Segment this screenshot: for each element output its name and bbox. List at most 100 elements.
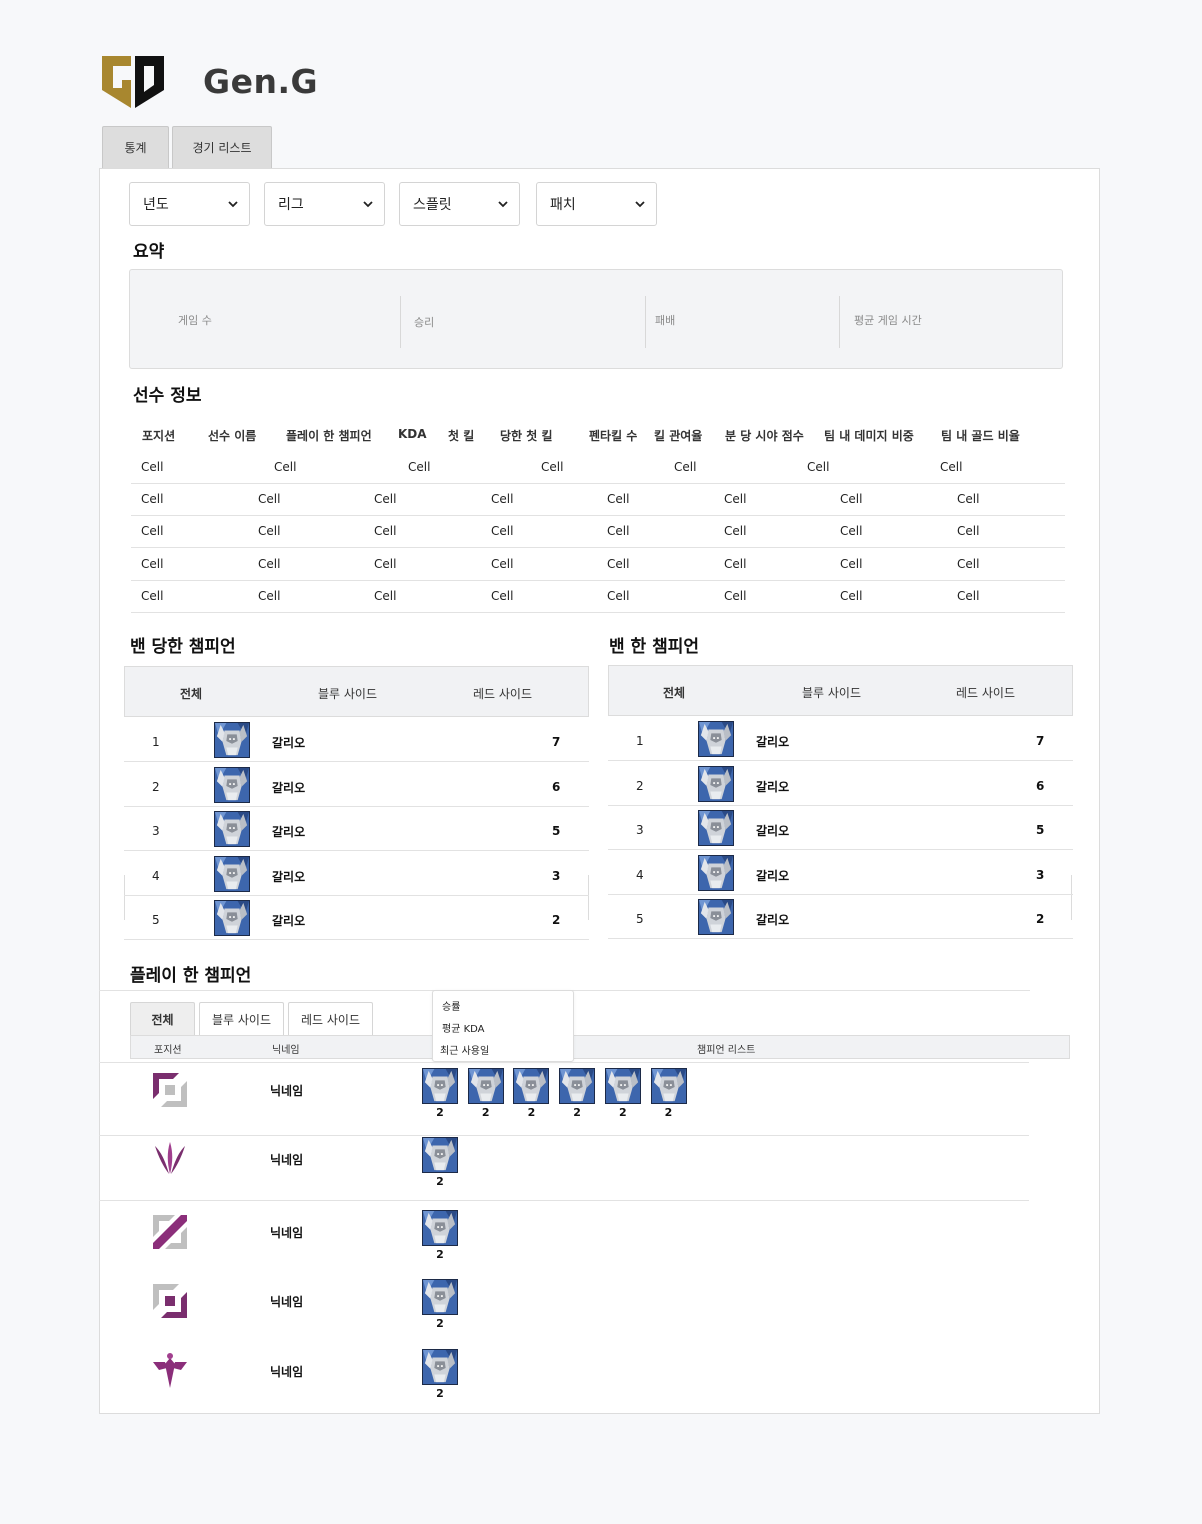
table-row-divider (608, 849, 1073, 850)
banned-by-tab-blue[interactable]: 블루 사이드 (802, 684, 861, 701)
table-cell: Cell (724, 556, 747, 571)
ban-champion-name: 갈리오 (272, 736, 306, 750)
champion-portrait[interactable] (422, 1279, 458, 1315)
table-cell: Cell (491, 556, 514, 571)
banned-by-tab-all[interactable]: 전체 (663, 684, 685, 701)
col-position: 포지션 (154, 1045, 182, 1056)
champion-portrait[interactable] (650, 1068, 687, 1104)
year-select[interactable]: 년도 (129, 182, 250, 226)
gen-g-logo (100, 52, 166, 110)
ban-count: 2 (1036, 912, 1045, 926)
banned-against-tab-red[interactable]: 레드 사이드 (473, 685, 532, 702)
champion-portrait[interactable] (513, 1068, 550, 1104)
banned-by-title: 밴 한 챔피언 (609, 637, 700, 657)
summary-wins-label: 승리 (414, 316, 435, 329)
champion-portrait[interactable] (422, 1210, 458, 1246)
col-played-champion: 플레이 한 챔피언 (286, 429, 372, 443)
league-select[interactable]: 리그 (264, 182, 385, 226)
banned-against-tab-blue[interactable]: 블루 사이드 (318, 685, 377, 702)
ban-count: 3 (1036, 867, 1045, 882)
tab-match-list[interactable]: 경기 리스트 (172, 126, 272, 168)
col-nickname: 닉네임 (272, 1045, 300, 1056)
chevron-down-icon (498, 201, 508, 208)
top-position-icon (151, 1071, 189, 1109)
ban-rank: 2 (152, 779, 160, 794)
champion-portrait[interactable] (559, 1068, 596, 1104)
table-cell: Cell (541, 460, 564, 474)
champion-portrait (698, 810, 734, 846)
table-row-divider (131, 515, 1065, 516)
col-champion-list: 챔피언 리스트 (697, 1045, 756, 1056)
table-cell: Cell (141, 492, 164, 506)
sort-option-winrate[interactable]: 승률 (442, 998, 460, 1013)
table-cell: Cell (807, 460, 830, 474)
sort-option-avg-kda[interactable]: 평균 KDA (442, 1020, 485, 1035)
league-select-value: 리그 (278, 197, 304, 213)
player-nickname: 닉네임 (270, 1153, 304, 1167)
year-select-value: 년도 (143, 197, 169, 213)
table-cell: Cell (957, 556, 980, 571)
table-cell: Cell (607, 492, 630, 506)
col-kda: KDA (398, 427, 427, 441)
sort-option-recent[interactable]: 최근 사용일 (440, 1042, 489, 1057)
champion-portrait[interactable] (422, 1068, 458, 1104)
row-divider (99, 1135, 1029, 1136)
split-select-value: 스플릿 (413, 197, 452, 213)
table-cell: Cell (258, 556, 281, 571)
table-cell: Cell (141, 460, 164, 474)
support-position-icon (151, 1352, 189, 1390)
table-cell: Cell (374, 556, 397, 571)
champion-portrait (214, 722, 250, 758)
played-tab-all[interactable]: 전체 (130, 1002, 195, 1035)
table-cell: Cell (491, 524, 514, 539)
table-row-divider (131, 483, 1065, 484)
ban-rank: 4 (152, 868, 160, 883)
banned-by-tab-red[interactable]: 레드 사이드 (956, 684, 1015, 701)
ban-count: 6 (1036, 778, 1045, 793)
played-tab-blue[interactable]: 블루 사이드 (199, 1002, 284, 1035)
table-row-divider (608, 804, 1073, 806)
table-row-divider (131, 579, 1065, 581)
ban-count: 3 (552, 868, 561, 883)
table-cell: Cell (724, 589, 747, 604)
champion-portrait[interactable] (467, 1068, 504, 1104)
patch-select[interactable]: 패치 (536, 182, 657, 226)
ban-champion-name: 갈리오 (756, 868, 790, 883)
chevron-down-icon (363, 201, 373, 208)
banned-against-title: 밴 당한 챔피언 (130, 637, 236, 657)
table-cell: Cell (840, 589, 863, 604)
chevron-down-icon (635, 201, 645, 208)
table-cell: Cell (940, 460, 963, 474)
chevron-down-icon (228, 201, 238, 208)
row-divider (99, 1200, 1029, 1201)
col-damage-share: 팀 내 데미지 비중 (824, 429, 914, 443)
table-row-divider (608, 893, 1073, 895)
summary-box (129, 269, 1063, 369)
champion-games-count: 2 (436, 1387, 444, 1400)
ban-champion-name: 갈리오 (272, 914, 306, 928)
ban-count: 6 (552, 779, 561, 794)
ban-rank: 1 (636, 734, 644, 748)
champion-games-count: 2 (573, 1106, 581, 1119)
champion-games-count: 2 (436, 1106, 444, 1119)
table-cell: Cell (607, 524, 630, 539)
banned-against-tab-all[interactable]: 전체 (180, 685, 202, 702)
table-cell: Cell (607, 556, 630, 571)
table-cell: Cell (607, 589, 630, 604)
col-pentakills: 펜타킬 수 (589, 429, 638, 443)
tab-stats[interactable]: 통계 (102, 126, 169, 168)
champion-games-count: 2 (618, 1106, 627, 1119)
champion-portrait[interactable] (422, 1349, 458, 1385)
col-kill-participation: 킬 관여율 (654, 429, 703, 443)
table-cell: Cell (724, 524, 747, 539)
table-border (124, 875, 125, 920)
table-row-divider (608, 938, 1073, 939)
ban-champion-name: 갈리오 (756, 824, 790, 838)
split-select[interactable]: 스플릿 (399, 182, 520, 226)
table-cell: Cell (374, 589, 397, 604)
champion-portrait[interactable] (604, 1068, 641, 1104)
played-tab-red[interactable]: 레드 사이드 (288, 1002, 373, 1035)
table-border (588, 875, 589, 920)
champion-portrait[interactable] (422, 1137, 458, 1173)
played-champion-title: 플레이 한 챔피언 (130, 966, 252, 986)
